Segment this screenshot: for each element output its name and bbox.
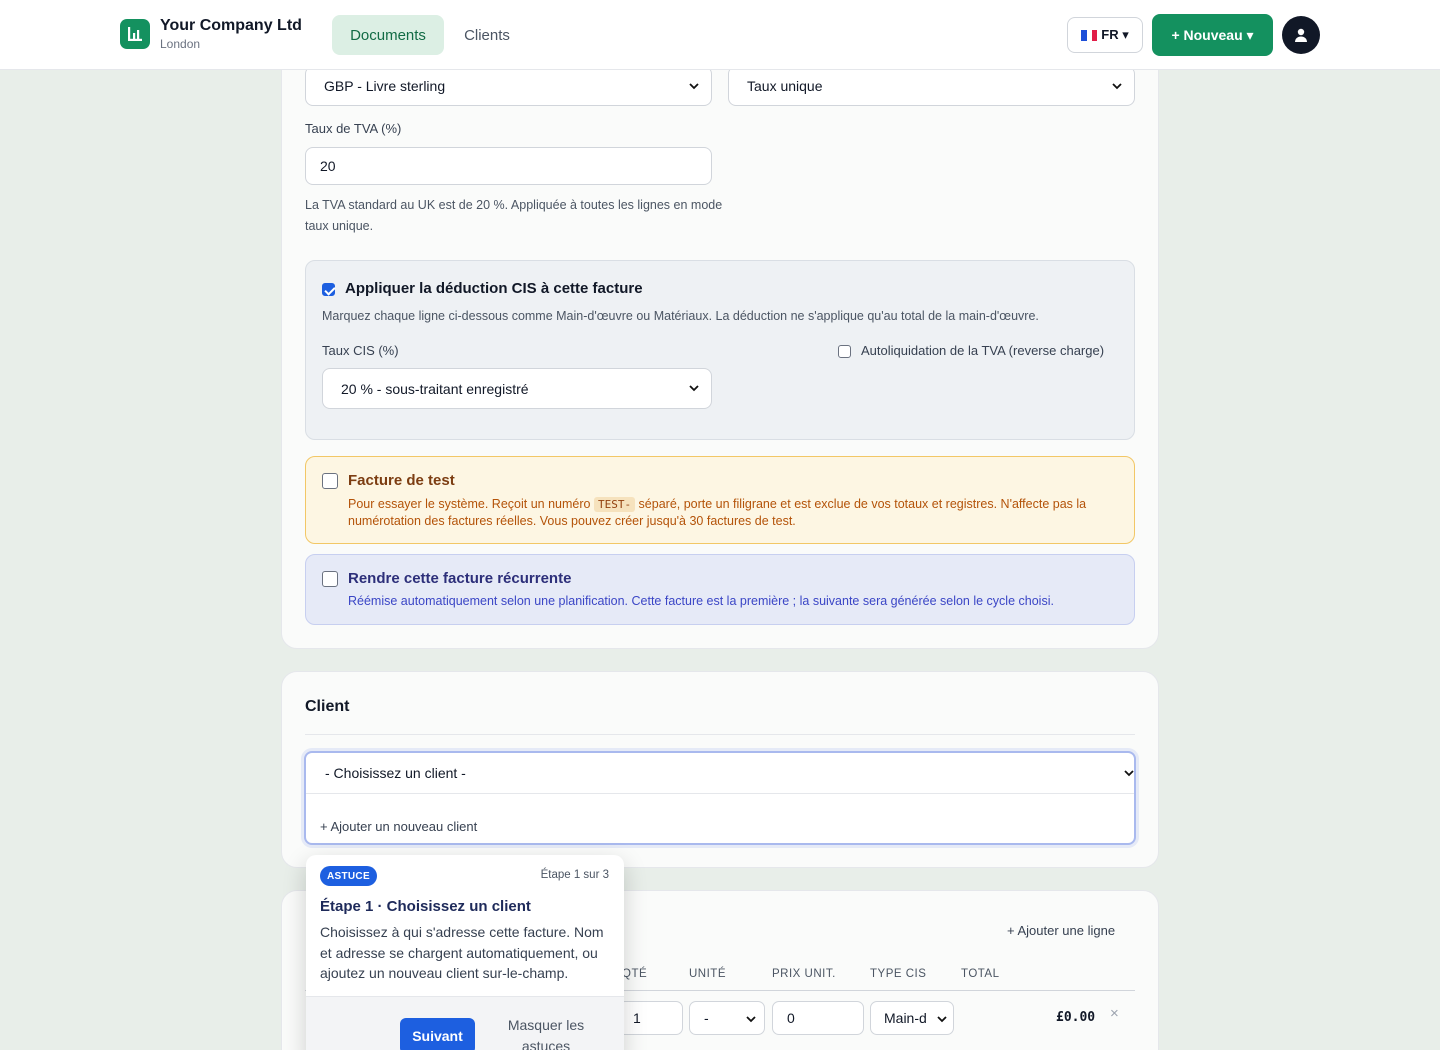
company-brand[interactable]: Your Company Ltd London	[120, 16, 302, 52]
add-new-client-link[interactable]: + Ajouter un nouveau client	[320, 819, 477, 834]
cis-description: Marquez chaque ligne ci-dessous comme Ma…	[322, 309, 1039, 323]
recurring-title: Rendre cette facture récurrente	[348, 570, 572, 587]
remove-line-icon[interactable]: ×	[1110, 1005, 1119, 1022]
vat-rate-label: Taux de TVA (%)	[305, 121, 402, 136]
user-avatar[interactable]	[1282, 16, 1320, 54]
client-select[interactable]: - Choisissez un client -	[306, 753, 1134, 794]
currency-value: GBP - Livre sterling	[324, 78, 446, 94]
vat-help-text: La TVA standard au UK est de 20 %. Appli…	[305, 198, 723, 233]
nav-clients[interactable]: Clients	[448, 15, 526, 55]
cis-rate-label: Taux CIS (%)	[322, 343, 399, 358]
cis-rate-value: 20 % - sous-traitant enregistré	[341, 380, 529, 397]
tip-badge: ASTUCE	[320, 866, 377, 886]
tip-next-button[interactable]: Suivant	[400, 1018, 475, 1050]
client-picker: - Choisissez un client - + Ajouter un no…	[304, 751, 1136, 845]
vat-rate-input[interactable]: 20	[305, 147, 712, 185]
test-invoice-checkbox[interactable]	[322, 473, 338, 489]
company-city: London	[160, 37, 201, 51]
chevron-down-icon	[689, 385, 699, 392]
test-invoice-title: Facture de test	[348, 472, 455, 489]
france-flag-icon	[1081, 29, 1098, 41]
unit-value: -	[704, 1010, 709, 1026]
unit-price-input[interactable]: 0	[772, 1001, 864, 1035]
language-selector[interactable]: FR ▾	[1067, 17, 1143, 53]
chevron-down-icon	[937, 1016, 947, 1023]
vat-mode-value: Taux unique	[747, 78, 823, 94]
test-desc-part: Pour essayer le système. Reçoit un numér…	[348, 497, 594, 511]
new-document-button[interactable]: + Nouveau ▾	[1152, 14, 1273, 56]
client-divider	[305, 734, 1135, 735]
recurring-description: Réémise automatiquement selon une planif…	[348, 594, 1054, 608]
chevron-down-icon	[1112, 83, 1122, 90]
user-icon	[1295, 28, 1307, 42]
chevron-down-icon	[1124, 770, 1134, 777]
recurring-panel	[305, 554, 1135, 625]
test-code-chip: TEST-	[593, 497, 636, 512]
tip-hide-button[interactable]: Masquer les astuces	[496, 1015, 596, 1050]
column-header-total: TOTAL	[961, 968, 1000, 980]
client-select-value: - Choisissez un client -	[325, 765, 466, 781]
company-name: Your Company Ltd	[160, 17, 302, 34]
recurring-checkbox[interactable]	[322, 571, 338, 587]
cis-type-value: Main-d	[884, 1010, 927, 1026]
column-header-unit-price: PRIX UNIT.	[772, 968, 836, 980]
chart-logo-icon	[120, 19, 150, 49]
top-navbar: Your Company Ltd London Documents Client…	[0, 0, 1440, 70]
cis-type-select[interactable]: Main-d	[870, 1001, 954, 1035]
reverse-charge-label: Autoliquidation de la TVA (reverse charg…	[861, 343, 1105, 358]
currency-select[interactable]: GBP - Livre sterling	[305, 66, 712, 106]
chevron-down-icon	[689, 83, 699, 90]
cis-title: Appliquer la déduction CIS à cette factu…	[345, 280, 643, 297]
unit-select[interactable]: -	[689, 1001, 765, 1035]
add-line-button[interactable]: + Ajouter une ligne	[1007, 923, 1115, 938]
column-header-unit: UNITÉ	[689, 968, 726, 980]
reverse-charge-checkbox[interactable]	[838, 345, 851, 358]
language-label: FR ▾	[1101, 27, 1129, 42]
column-header-cis-type: TYPE CIS	[870, 968, 927, 980]
tip-step-indicator: Étape 1 sur 3	[540, 869, 609, 881]
chevron-down-icon	[746, 1016, 756, 1023]
tip-title: Étape 1 · Choisissez un client	[320, 898, 531, 915]
vat-mode-select[interactable]: Taux unique	[728, 66, 1135, 106]
client-section-title: Client	[305, 698, 350, 715]
cis-checkbox[interactable]	[322, 283, 335, 296]
tip-footer: Suivant Masquer les astuces	[306, 996, 624, 1050]
test-invoice-description: Pour essayer le système. Reçoit un numér…	[348, 496, 1128, 530]
onboarding-tip-popover: ASTUCE Étape 1 sur 3 Étape 1 · Choisisse…	[306, 855, 624, 1050]
line-total: £0.00	[1056, 1010, 1096, 1025]
nav-documents[interactable]: Documents	[332, 15, 444, 55]
qty-input[interactable]: 1	[618, 1001, 683, 1035]
cis-rate-select[interactable]: 20 % - sous-traitant enregistré	[322, 368, 712, 409]
column-header-qty: QTÉ	[622, 968, 648, 980]
tip-body: Choisissez à qui s'adresse cette facture…	[320, 924, 604, 981]
